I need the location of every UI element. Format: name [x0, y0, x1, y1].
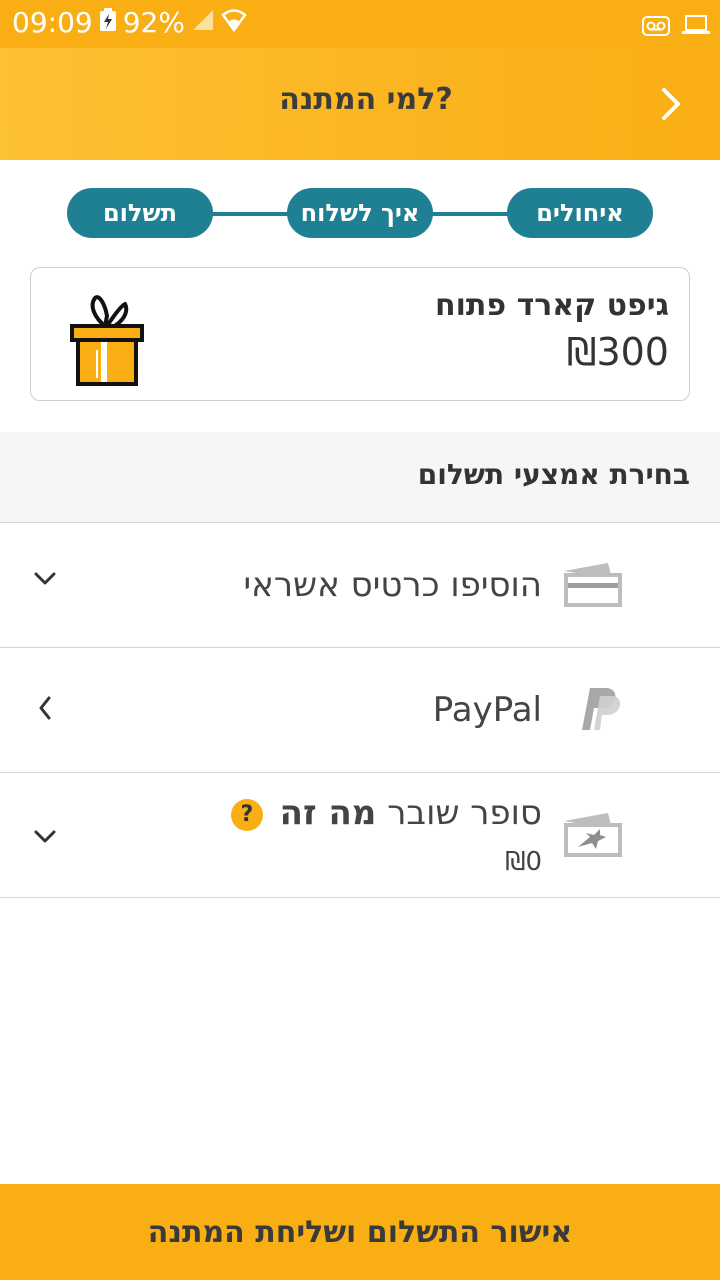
credit-card-icon: [560, 559, 624, 615]
chevron-down-icon[interactable]: [34, 571, 56, 590]
payment-section-title: בחירת אמצעי תשלום: [417, 458, 690, 491]
chevron-left-icon[interactable]: [38, 696, 52, 724]
back-button[interactable]: [658, 82, 684, 126]
payment-section-header: בחירת אמצעי תשלום: [0, 432, 720, 523]
step-how-to-send[interactable]: איך לשלוח: [287, 188, 433, 238]
voicemail-icon: [642, 10, 670, 43]
header: למי המתנה?: [0, 48, 720, 160]
credit-card-label: הוסיפו כרטיס אשראי: [243, 565, 542, 605]
help-icon[interactable]: ?: [230, 798, 263, 831]
page-title: למי המתנה?: [279, 82, 453, 117]
confirm-payment-label: אישור התשלום ושליחת המתנה: [147, 1214, 573, 1250]
status-bar: 09:09 92%: [0, 0, 720, 48]
chevron-right-icon: [662, 88, 680, 120]
gift-box-icon: [69, 282, 145, 392]
gift-card-amount: ₪300: [566, 330, 669, 374]
battery-charging-icon: [99, 6, 117, 39]
payment-option-credit-card[interactable]: הוסיפו כרטיס אשראי: [0, 523, 720, 648]
wifi-icon: [221, 6, 247, 39]
progress-steps: איחולים איך לשלוח תשלום: [0, 188, 720, 240]
status-time: 09:09: [12, 6, 93, 39]
signal-icon: [191, 6, 215, 39]
step-payment[interactable]: תשלום: [67, 188, 213, 238]
gift-card-summary: גיפט קארד פתוח ₪300: [30, 267, 690, 401]
paypal-icon: [572, 682, 624, 738]
payment-option-paypal[interactable]: PayPal: [0, 648, 720, 773]
confirm-payment-button[interactable]: אישור התשלום ושליחת המתנה: [0, 1184, 720, 1280]
whats-this-link[interactable]: מה זה: [280, 793, 377, 833]
gift-card-name: גיפט קארד פתוח: [435, 288, 669, 323]
payment-option-super-voucher[interactable]: סופר שובר מה זה ? ₪0: [0, 773, 720, 898]
chevron-down-icon[interactable]: [34, 829, 56, 848]
super-voucher-label: סופר שובר: [387, 793, 542, 833]
battery-percent: 92%: [122, 6, 185, 39]
super-voucher-value: ₪0: [505, 847, 542, 877]
laptop-icon: [682, 10, 710, 43]
step-wishes[interactable]: איחולים: [507, 188, 653, 238]
super-voucher-label-row: סופר שובר מה זה ?: [230, 793, 542, 833]
paypal-label: PayPal: [432, 690, 542, 730]
voucher-icon: [560, 809, 624, 865]
